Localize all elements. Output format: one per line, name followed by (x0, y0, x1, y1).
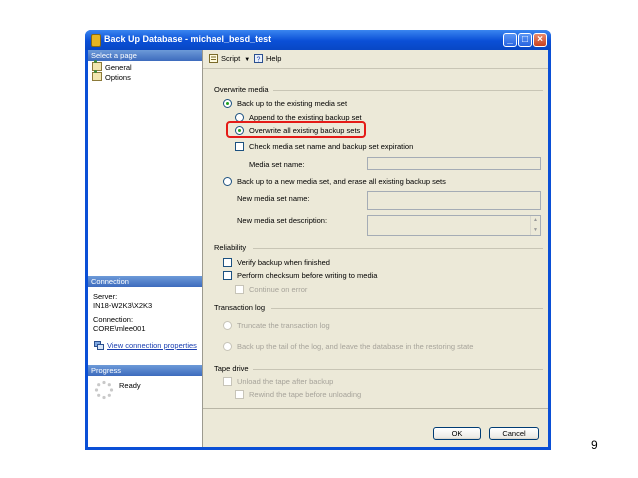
radio-icon (223, 177, 232, 186)
progress-spinner-icon (94, 380, 114, 400)
option-label: Verify backup when finished (237, 258, 330, 267)
new-media-set-description-label: New media set description: (237, 216, 328, 225)
scroll-up-icon[interactable]: ▲ (532, 217, 539, 224)
backup-tail-radio: Back up the tail of the log, and leave t… (223, 342, 473, 351)
option-label: Back up the tail of the log, and leave t… (237, 342, 474, 351)
verify-backup-checkbox[interactable]: Verify backup when finished (223, 258, 330, 267)
window-title: Back Up Database - michael_besd_test (104, 34, 272, 44)
page-label: General (105, 63, 132, 72)
checkbox-icon (235, 285, 244, 294)
cancel-button[interactable]: Cancel (489, 427, 539, 440)
red-highlight-annotation (226, 121, 366, 138)
radio-selected-icon (223, 99, 232, 108)
continue-on-error-checkbox: Continue on error (235, 285, 307, 294)
connection-label: Connection: (93, 315, 134, 324)
section-divider (273, 90, 543, 91)
transaction-log-heading: Transaction log (214, 303, 265, 312)
option-label: Perform checksum before writing to media (237, 271, 378, 280)
connection-properties-icon (94, 341, 104, 350)
checkbox-icon (223, 271, 232, 280)
option-label: Check media set name and backup set expi… (249, 142, 414, 151)
checkbox-icon (223, 377, 232, 386)
title-bar[interactable]: Back Up Database - michael_besd_test _ □… (85, 30, 551, 50)
left-pane: Select a page General Options Connection… (88, 50, 203, 447)
checkbox-icon (223, 258, 232, 267)
section-divider (253, 248, 543, 249)
backup-new-set-radio[interactable]: Back up to a new media set, and erase al… (223, 177, 446, 186)
page-item-options[interactable]: Options (92, 70, 131, 82)
maximize-button[interactable]: □ (518, 33, 532, 47)
script-button[interactable]: Script ▼ (209, 54, 250, 63)
check-media-set-checkbox[interactable]: Check media set name and backup set expi… (235, 142, 413, 151)
progress-status: Ready (119, 381, 141, 390)
reliability-heading: Reliability (214, 243, 247, 252)
database-icon (91, 34, 101, 47)
media-set-name-field[interactable] (367, 157, 541, 170)
radio-icon (223, 342, 232, 351)
progress-header: Progress (88, 365, 202, 376)
back-up-database-window: Back Up Database - michael_besd_test _ □… (85, 30, 551, 450)
ok-button[interactable]: OK (433, 427, 481, 440)
connection-header: Connection (88, 276, 202, 287)
help-button[interactable]: ? Help (254, 54, 281, 63)
new-media-set-name-label: New media set name: (237, 194, 310, 203)
close-button[interactable]: × (533, 33, 547, 47)
view-connection-properties[interactable]: View connection properties (94, 341, 197, 350)
description-scrollbar[interactable]: ▲ ▼ (530, 216, 540, 235)
overwrite-media-heading: Overwrite media (214, 85, 269, 94)
toolbar: Script ▼ ? Help (203, 50, 548, 69)
dialog-client-area: Select a page General Options Connection… (88, 50, 548, 447)
unload-tape-checkbox: Unload the tape after backup (223, 377, 333, 386)
connection-value: CORE\mlee001 (93, 324, 146, 333)
slide-number: 9 (591, 438, 598, 452)
button-area-divider (203, 408, 548, 409)
script-label: Script (221, 54, 241, 63)
help-label: Help (266, 54, 282, 63)
help-icon: ? (254, 54, 263, 63)
minimize-button[interactable]: _ (503, 33, 517, 47)
option-label: Back up to a new media set, and erase al… (237, 177, 446, 186)
page-icon (92, 70, 102, 81)
script-icon (209, 54, 218, 63)
page-label: Options (105, 73, 131, 82)
backup-existing-set-radio[interactable]: Back up to the existing media set (223, 99, 347, 108)
option-label: Truncate the transaction log (237, 321, 330, 330)
section-divider (271, 308, 543, 309)
checkbox-icon (235, 142, 244, 151)
option-label: Unload the tape after backup (237, 377, 334, 386)
server-label: Server: (93, 292, 118, 301)
server-value: IN18-W2K3\X2K3 (93, 301, 153, 310)
media-set-name-label: Media set name: (249, 160, 305, 169)
perform-checksum-checkbox[interactable]: Perform checksum before writing to media (223, 271, 377, 280)
view-connection-link[interactable]: View connection properties (107, 341, 197, 350)
new-media-set-name-field[interactable] (367, 191, 541, 210)
option-label: Continue on error (249, 285, 308, 294)
select-page-header: Select a page (88, 50, 202, 61)
radio-icon (223, 321, 232, 330)
new-media-set-description-field[interactable]: ▲ ▼ (367, 215, 541, 236)
option-label: Rewind the tape before unloading (249, 390, 362, 399)
page-item-general[interactable]: General (92, 60, 132, 72)
rewind-tape-checkbox: Rewind the tape before unloading (235, 390, 361, 399)
option-label: Back up to the existing media set (237, 99, 348, 108)
options-pane: Script ▼ ? Help Overwrite media Back up … (203, 50, 548, 447)
scroll-down-icon[interactable]: ▼ (532, 227, 539, 234)
checkbox-icon (235, 390, 244, 399)
section-divider (253, 369, 543, 370)
dropdown-arrow-icon[interactable]: ▼ (244, 57, 250, 63)
tape-drive-heading: Tape drive (214, 364, 249, 373)
truncate-log-radio: Truncate the transaction log (223, 321, 330, 330)
svg-text:?: ? (257, 57, 261, 64)
